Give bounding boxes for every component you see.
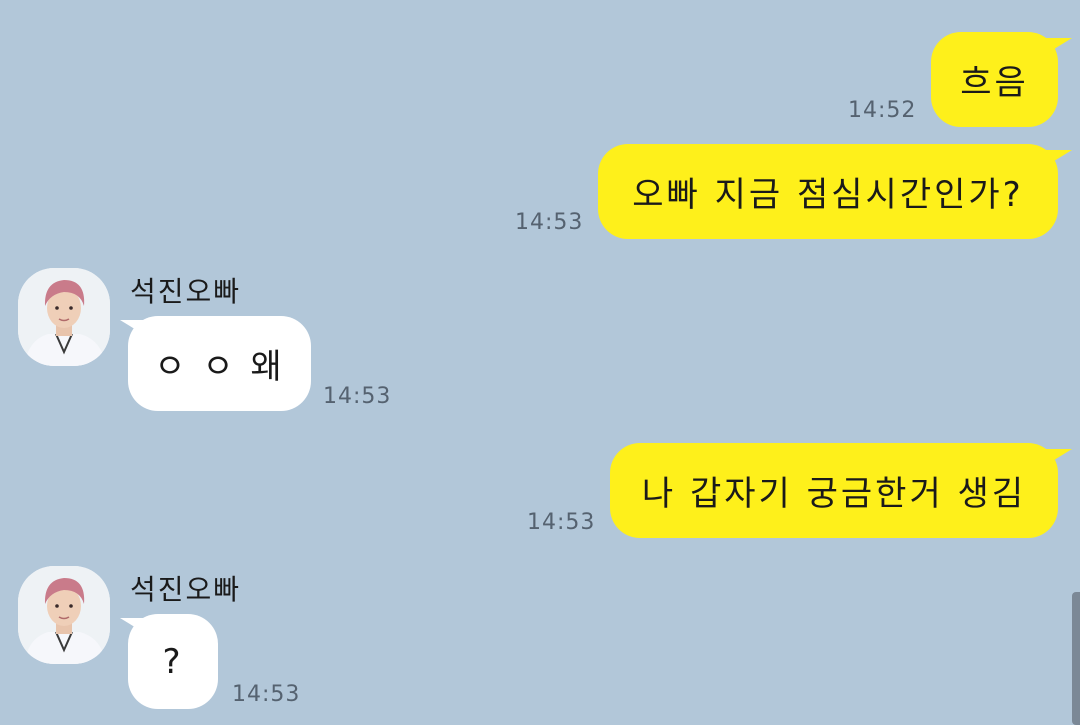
scrollbar[interactable] (1072, 592, 1080, 725)
bubble-tail (1046, 449, 1072, 465)
message-time: 14:53 (515, 210, 584, 235)
avatar-image (18, 268, 110, 366)
avatar-image (18, 566, 110, 664)
message-bubble[interactable]: ? (128, 614, 218, 709)
message-bubble[interactable]: 나 갑자기 궁금한거 생김 (610, 443, 1058, 538)
message-time: 14:52 (848, 98, 917, 123)
message-text: 오빠 지금 점심시간인가? (632, 175, 1024, 215)
message-time: 14:53 (232, 682, 301, 707)
avatar[interactable] (18, 566, 110, 664)
message-bubble[interactable]: ㅇ ㅇ 왜 (128, 316, 311, 411)
bubble-tail (1046, 150, 1072, 166)
message-bubble[interactable]: 오빠 지금 점심시간인가? (598, 144, 1058, 239)
message-time: 14:53 (323, 384, 392, 409)
message-time: 14:53 (527, 510, 596, 535)
message-text: 흐음 (960, 63, 1029, 103)
sender-name: 석진오빠 (130, 573, 242, 606)
message-text: ? (162, 641, 184, 682)
message-text: 나 갑자기 궁금한거 생김 (641, 474, 1027, 514)
avatar[interactable] (18, 268, 110, 366)
bubble-tail (1046, 38, 1072, 54)
message-bubble[interactable]: 흐음 (931, 32, 1058, 127)
sender-name: 석진오빠 (130, 275, 242, 308)
message-text: ㅇ ㅇ 왜 (154, 347, 285, 387)
